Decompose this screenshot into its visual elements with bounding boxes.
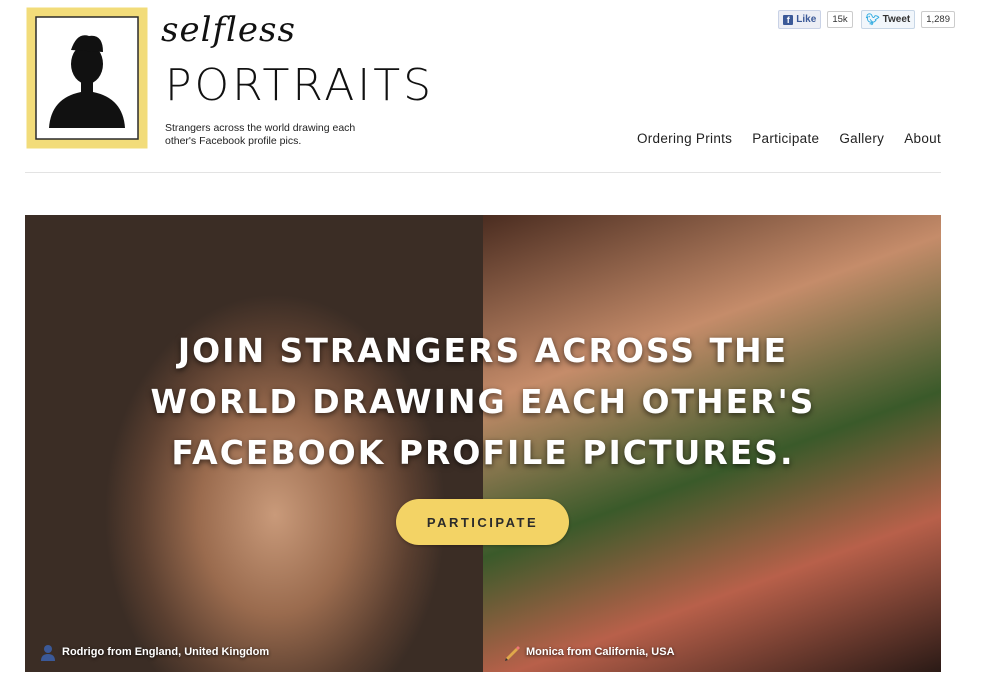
portrait-frame-icon	[26, 7, 148, 149]
twitter-bird-icon: 🐦︎	[865, 14, 880, 26]
nav-gallery[interactable]: Gallery	[839, 131, 884, 146]
header-divider	[25, 172, 941, 173]
photo-caption-text: Rodrigo from England, United Kingdom	[62, 646, 270, 658]
hero-headline: JOIN STRANGERS ACROSS THE WORLD DRAWING …	[25, 325, 941, 478]
drawing-caption: Monica from California, USA	[503, 643, 675, 661]
tweet-button[interactable]: 🐦︎ Tweet	[860, 10, 916, 29]
nav-participate[interactable]: Participate	[752, 131, 819, 146]
participate-button[interactable]: PARTICIPATE	[396, 499, 569, 545]
person-icon	[41, 645, 55, 661]
facebook-like-label: Like	[796, 14, 817, 25]
nav-ordering-prints[interactable]: Ordering Prints	[637, 131, 732, 146]
facebook-like-count: 15k	[827, 11, 853, 28]
logo-main-word: PORTRAITS	[165, 60, 435, 111]
facebook-icon: f	[783, 14, 794, 25]
nav-about[interactable]: About	[904, 131, 941, 146]
hero-headline-line-1: JOIN STRANGERS ACROSS THE	[177, 331, 789, 370]
drawing-caption-text: Monica from California, USA	[526, 646, 675, 658]
hero-headline-line-3: FACEBOOK PROFILE PICTURES.	[171, 433, 795, 472]
tweet-count: 1,289	[921, 11, 955, 28]
logo-script-word: selfless	[161, 10, 296, 50]
pencil-icon	[505, 646, 520, 661]
logo-tagline: Strangers across the world drawing each …	[165, 122, 356, 147]
facebook-like-button[interactable]: f Like	[778, 10, 822, 29]
photo-caption: Rodrigo from England, United Kingdom	[39, 643, 269, 661]
main-nav: Ordering Prints Participate Gallery Abou…	[637, 131, 941, 146]
social-share-bar: f Like 15k 🐦︎ Tweet 1,289	[778, 10, 955, 29]
site-logo[interactable]: selfless PORTRAITS Strangers across the …	[25, 6, 431, 154]
tweet-label: Tweet	[882, 14, 911, 25]
hero-headline-line-2: WORLD DRAWING EACH OTHER'S	[150, 382, 816, 421]
hero-banner: JOIN STRANGERS ACROSS THE WORLD DRAWING …	[25, 215, 941, 672]
